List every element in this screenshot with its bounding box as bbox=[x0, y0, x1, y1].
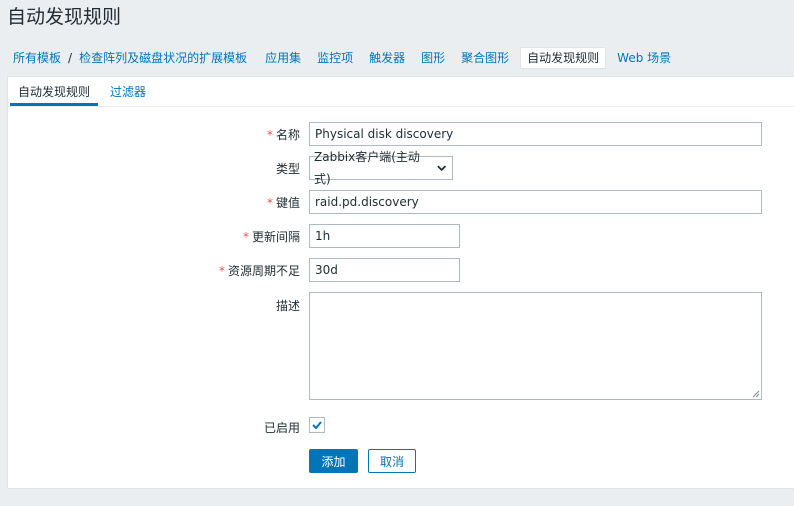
type-select-value: Zabbix客户端(主动式) bbox=[314, 150, 420, 186]
description-textarea[interactable] bbox=[309, 292, 762, 400]
update-interval-input[interactable]: 1h bbox=[309, 224, 460, 248]
tab-filters[interactable]: 过滤器 bbox=[102, 83, 154, 106]
keep-lost-label: * 资源周期不足 bbox=[218, 264, 300, 278]
description-label: 描述 bbox=[275, 299, 300, 313]
nav-applications[interactable]: 应用集 bbox=[260, 48, 306, 68]
required-marker: * bbox=[218, 264, 225, 278]
nav-web-scenarios[interactable]: Web 场景 bbox=[612, 48, 676, 68]
key-label: * 键值 bbox=[266, 196, 300, 210]
nav-all-templates[interactable]: 所有模板 bbox=[8, 48, 66, 68]
nav-triggers[interactable]: 触发器 bbox=[364, 48, 410, 68]
resize-grip-icon[interactable] bbox=[752, 390, 760, 398]
nav-discovery-rules[interactable]: 自动发现规则 bbox=[520, 47, 607, 69]
tab-discovery-rule[interactable]: 自动发现规则 bbox=[10, 83, 99, 106]
name-input[interactable]: Physical disk discovery bbox=[309, 122, 762, 146]
page-header: 自动发现规则 bbox=[0, 0, 794, 38]
nav-items[interactable]: 监控项 bbox=[312, 48, 358, 68]
breadcrumb-separator: / bbox=[68, 51, 73, 65]
key-input[interactable]: raid.pd.discovery bbox=[309, 190, 762, 214]
add-button[interactable]: 添加 bbox=[309, 449, 358, 473]
page-title: 自动发现规则 bbox=[7, 6, 122, 28]
update-interval-label: * 更新间隔 bbox=[242, 230, 300, 244]
cancel-button[interactable]: 取消 bbox=[368, 449, 416, 473]
checkmark-icon bbox=[312, 421, 322, 430]
type-label: 类型 bbox=[275, 162, 300, 176]
required-marker: * bbox=[266, 196, 273, 210]
chevron-down-icon bbox=[436, 165, 446, 172]
nav-template-name[interactable]: 检查阵列及磁盘状况的扩展模板 bbox=[74, 48, 252, 68]
required-marker: * bbox=[242, 230, 249, 244]
enabled-label: 已启用 bbox=[263, 421, 300, 435]
tab-bar: 自动发现规则 过滤器 bbox=[8, 77, 794, 107]
nav-graphs[interactable]: 图形 bbox=[416, 48, 450, 68]
keep-lost-input[interactable]: 30d bbox=[309, 258, 460, 282]
breadcrumb-nav: 所有模板 / 检查阵列及磁盘状况的扩展模板 应用集 监控项 触发器 图形 聚合图… bbox=[0, 44, 794, 72]
type-select[interactable]: Zabbix客户端(主动式) bbox=[309, 150, 453, 186]
required-marker: * bbox=[266, 128, 273, 142]
enabled-checkbox[interactable] bbox=[309, 417, 325, 433]
nav-screens[interactable]: 聚合图形 bbox=[456, 48, 514, 68]
name-label: * 名称 bbox=[266, 128, 300, 142]
form-card: 自动发现规则 过滤器 * 名称 Physical disk discovery 类… bbox=[7, 76, 794, 489]
